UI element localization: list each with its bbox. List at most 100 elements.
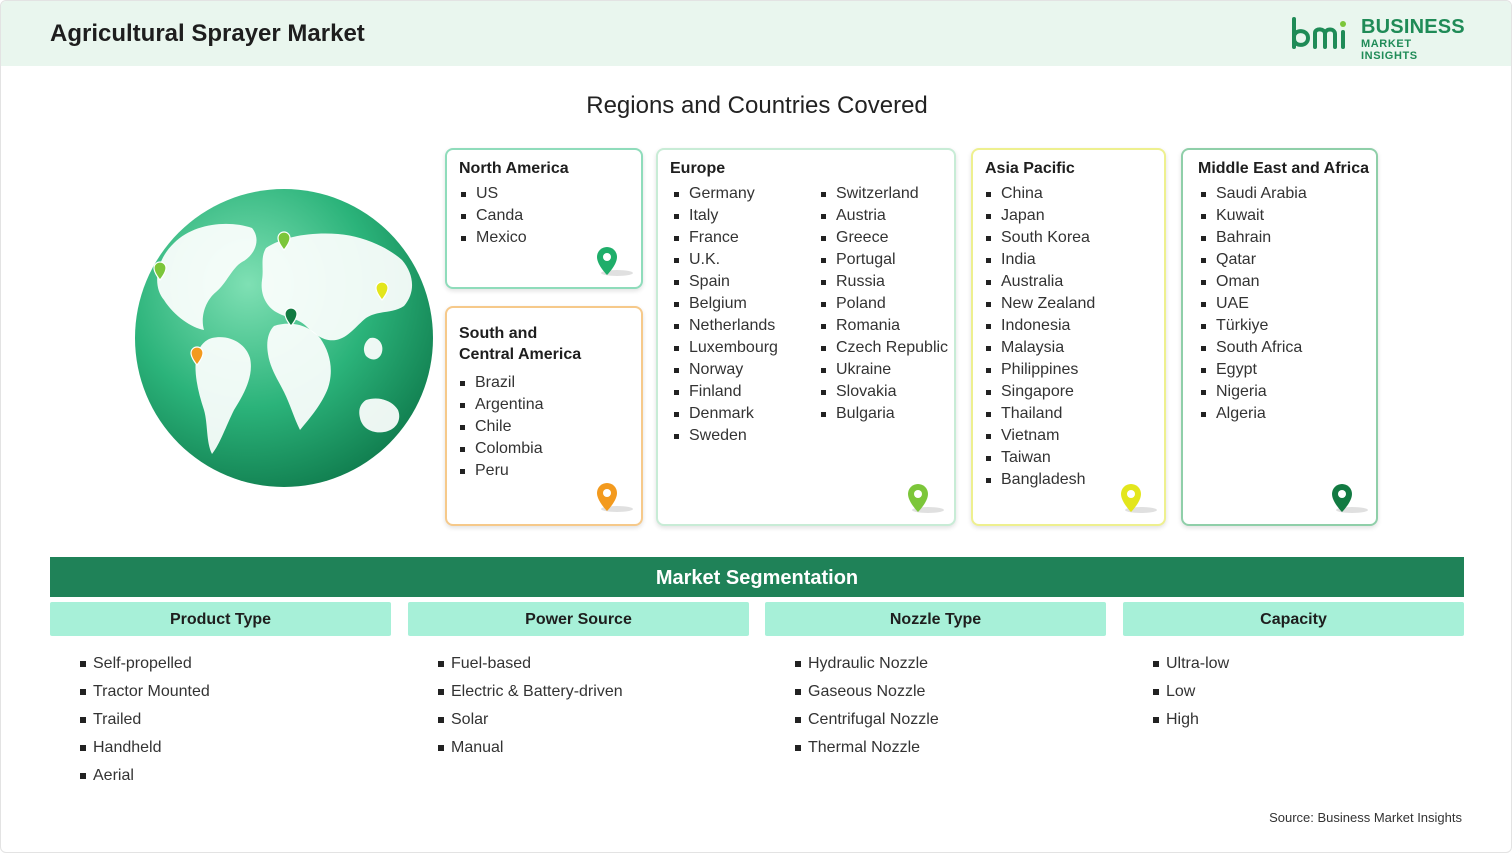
list-item: Peru (458, 460, 544, 482)
list-item: Ultra-low (1153, 654, 1229, 682)
list-item: Thermal Nozzle (795, 738, 939, 766)
list-item: South Africa (1199, 337, 1307, 359)
country-list-col1: Germany Italy France U.K. Spain Belgium Nether… (672, 183, 778, 447)
list-item: Fuel-based (438, 654, 623, 682)
list-item: Italy (672, 205, 778, 227)
header: Agricultural Sprayer Market BUSINESS MAR… (1, 1, 1511, 66)
region-card-south-central-america: South and Central America Brazil Argentin… (445, 306, 643, 526)
country-list-col2: Switzerland Austria Greece Portugal Russia Po… (819, 183, 948, 425)
list-item: Taiwan (984, 447, 1095, 469)
list-item: Greece (819, 227, 948, 249)
list-item: Electric & Battery-driven (438, 682, 623, 710)
segment-heading-capacity: Capacity (1123, 602, 1464, 636)
list-item: Bangladesh (984, 469, 1095, 491)
list-item: Colombia (458, 438, 544, 460)
globe-icon (135, 189, 433, 487)
list-item: Russia (819, 271, 948, 293)
source-note: Source: Business Market Insights (1269, 810, 1462, 825)
list-item: Singapore (984, 381, 1095, 403)
list-item: Ukraine (819, 359, 948, 381)
list-item: Oman (1199, 271, 1307, 293)
map-pin-icon (908, 484, 944, 513)
segment-heading-power-source: Power Source (408, 602, 749, 636)
list-item: Portugal (819, 249, 948, 271)
region-title-line2: Central America (459, 346, 582, 363)
country-list: China Japan South Korea India Australia New Z… (984, 183, 1095, 491)
list-item: Finland (672, 381, 778, 403)
list-item: Romania (819, 315, 948, 337)
list-item: Qatar (1199, 249, 1307, 271)
list-item: Philippines (984, 359, 1095, 381)
list-item: Saudi Arabia (1199, 183, 1307, 205)
region-title: North America (459, 160, 569, 177)
list-item: New Zealand (984, 293, 1095, 315)
list-item: France (672, 227, 778, 249)
list-item: Czech Republic (819, 337, 948, 359)
list-item: Nigeria (1199, 381, 1307, 403)
logo-text-market-insights: MARKET INSIGHTS (1361, 38, 1418, 62)
country-list: US Canda Mexico (459, 183, 527, 249)
list-item: Belgium (672, 293, 778, 315)
list-item: Australia (984, 271, 1095, 293)
segment-heading-product-type: Product Type (50, 602, 391, 636)
list-item: Low (1153, 682, 1229, 710)
list-item: China (984, 183, 1095, 205)
region-card-middle-east-africa: Middle East and Africa Saudi Arabia Kuwai… (1181, 148, 1378, 526)
logo-text-business: BUSINESS (1361, 16, 1465, 38)
list-item: Mexico (459, 227, 527, 249)
region-card-asia-pacific: Asia Pacific China Japan South Korea India A… (971, 148, 1166, 526)
list-item: Trailed (80, 710, 210, 738)
list-item: Argentina (458, 394, 544, 416)
list-item: UAE (1199, 293, 1307, 315)
list-item: Aerial (80, 766, 210, 794)
list-item: Gaseous Nozzle (795, 682, 939, 710)
segment-list-power-source: Fuel-based Electric & Battery-driven Solar… (438, 654, 623, 766)
list-item: Denmark (672, 403, 778, 425)
list-item: India (984, 249, 1095, 271)
list-item: Brazil (458, 372, 544, 394)
country-list: Saudi Arabia Kuwait Bahrain Qatar Oman UAE Tür… (1199, 183, 1307, 425)
region-title: Asia Pacific (985, 160, 1075, 177)
region-title: Middle East and Africa (1198, 160, 1369, 177)
list-item: Thailand (984, 403, 1095, 425)
list-item: Hydraulic Nozzle (795, 654, 939, 682)
map-pin-icon (1121, 484, 1157, 513)
list-item: South Korea (984, 227, 1095, 249)
list-item: Self-propelled (80, 654, 210, 682)
list-item: Slovakia (819, 381, 948, 403)
list-item: Luxembourg (672, 337, 778, 359)
list-item: U.K. (672, 249, 778, 271)
list-item: Indonesia (984, 315, 1095, 337)
list-item: Sweden (672, 425, 778, 447)
map-pin-icon (597, 247, 633, 276)
infographic-frame: Agricultural Sprayer Market BUSINESS MAR… (0, 0, 1512, 853)
segment-list-product-type: Self-propelled Tractor Mounted Trailed Hand… (80, 654, 210, 794)
list-item: Germany (672, 183, 778, 205)
list-item: Austria (819, 205, 948, 227)
list-item: High (1153, 710, 1229, 738)
regions-title: Regions and Countries Covered (586, 92, 928, 119)
list-item: Norway (672, 359, 778, 381)
segmentation-title: Market Segmentation (50, 557, 1464, 597)
list-item: Kuwait (1199, 205, 1307, 227)
region-card-europe: Europe Germany Italy France U.K. Spain Belgiu… (656, 148, 956, 526)
list-item: Poland (819, 293, 948, 315)
list-item: Centrifugal Nozzle (795, 710, 939, 738)
list-item: Tractor Mounted (80, 682, 210, 710)
list-item: Chile (458, 416, 544, 438)
map-pin-icon (1332, 484, 1368, 513)
list-item: Malaysia (984, 337, 1095, 359)
list-item: Solar (438, 710, 623, 738)
list-item: Handheld (80, 738, 210, 766)
segment-list-capacity: Ultra-low Low High (1153, 654, 1229, 738)
segment-list-nozzle-type: Hydraulic Nozzle Gaseous Nozzle Centrifuga… (795, 654, 939, 766)
list-item: US (459, 183, 527, 205)
list-item: Switzerland (819, 183, 948, 205)
list-item: Netherlands (672, 315, 778, 337)
list-item: Manual (438, 738, 623, 766)
list-item: Japan (984, 205, 1095, 227)
map-pin-icon (597, 483, 633, 512)
list-item: Bahrain (1199, 227, 1307, 249)
list-item: Vietnam (984, 425, 1095, 447)
segment-heading-nozzle-type: Nozzle Type (765, 602, 1106, 636)
